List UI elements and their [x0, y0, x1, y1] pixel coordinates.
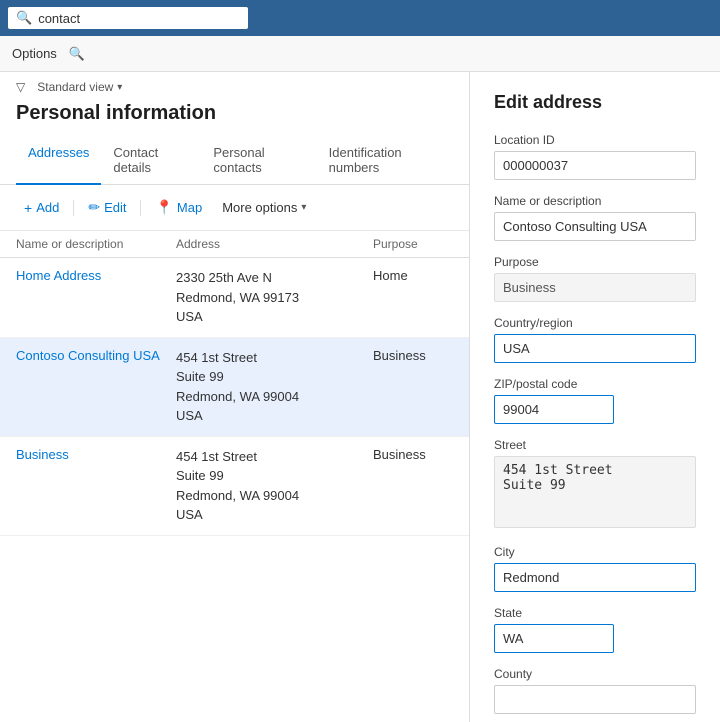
- city-label: City: [494, 545, 696, 559]
- street-group: Street 454 1st Street Suite 99: [494, 438, 696, 531]
- options-label: Options: [12, 46, 57, 61]
- add-button[interactable]: + Add: [16, 196, 67, 220]
- table-row[interactable]: Business 454 1st Street Suite 99 Redmond…: [0, 437, 469, 536]
- add-label: Add: [36, 200, 59, 215]
- map-button[interactable]: 📍 Map: [147, 195, 210, 220]
- tab-contact-details[interactable]: Contact details: [101, 137, 201, 185]
- zip-input[interactable]: [494, 395, 614, 424]
- col-header-address: Address: [176, 237, 373, 251]
- edit-button[interactable]: ✏ Edit: [80, 195, 134, 220]
- more-options-chevron-icon: ▾: [301, 202, 306, 213]
- search-input[interactable]: [38, 11, 240, 26]
- city-input[interactable]: [494, 563, 696, 592]
- country-input[interactable]: [494, 334, 696, 363]
- county-input[interactable]: [494, 685, 696, 714]
- table-row[interactable]: Contoso Consulting USA 454 1st Street Su…: [0, 338, 469, 437]
- options-bar: Options 🔍: [0, 36, 720, 72]
- name-label: Name or description: [494, 194, 696, 208]
- add-icon: +: [24, 200, 32, 216]
- col-header-name: Name or description: [16, 237, 176, 251]
- location-id-group: Location ID: [494, 133, 696, 180]
- location-id-label: Location ID: [494, 133, 696, 147]
- right-panel: Edit address Location ID Name or descrip…: [470, 72, 720, 722]
- search-icon: 🔍: [16, 10, 32, 26]
- edit-label: Edit: [104, 200, 126, 215]
- zip-group: ZIP/postal code: [494, 377, 696, 424]
- options-search-icon[interactable]: 🔍: [69, 46, 85, 62]
- purpose-label: Purpose: [494, 255, 696, 269]
- street-label: Street: [494, 438, 696, 452]
- state-label: State: [494, 606, 696, 620]
- name-input[interactable]: [494, 212, 696, 241]
- toolbar: + Add ✏ Edit 📍 Map More options ▾: [0, 185, 469, 231]
- county-group: County: [494, 667, 696, 714]
- top-bar: 🔍: [0, 0, 720, 36]
- col-header-purpose: Purpose: [373, 237, 453, 251]
- row-purpose-home: Home: [373, 268, 453, 327]
- tabs: Addresses Contact details Personal conta…: [0, 137, 469, 185]
- country-label: Country/region: [494, 316, 696, 330]
- county-label: County: [494, 667, 696, 681]
- main-area: ▽ Standard view ▾ Personal information A…: [0, 72, 720, 722]
- location-id-input[interactable]: [494, 151, 696, 180]
- tab-addresses[interactable]: Addresses: [16, 137, 101, 185]
- street-input[interactable]: 454 1st Street Suite 99: [494, 456, 696, 528]
- search-box[interactable]: 🔍: [8, 7, 248, 29]
- zip-label: ZIP/postal code: [494, 377, 696, 391]
- row-purpose-contoso: Business: [373, 348, 453, 426]
- map-label: Map: [177, 200, 202, 215]
- more-options-label: More options: [222, 200, 297, 215]
- row-purpose-business: Business: [373, 447, 453, 525]
- row-address-business: 454 1st Street Suite 99 Redmond, WA 9900…: [176, 447, 373, 525]
- left-panel: ▽ Standard view ▾ Personal information A…: [0, 72, 470, 722]
- row-name-business: Business: [16, 447, 176, 525]
- tab-identification-numbers[interactable]: Identification numbers: [317, 137, 453, 185]
- separator-1: [73, 200, 74, 216]
- filter-icon: ▽: [16, 80, 25, 94]
- city-group: City: [494, 545, 696, 592]
- separator-2: [140, 200, 141, 216]
- table-header: Name or description Address Purpose: [0, 231, 469, 258]
- tab-personal-contacts[interactable]: Personal contacts: [201, 137, 316, 185]
- purpose-input[interactable]: [494, 273, 696, 302]
- map-icon: 📍: [155, 199, 172, 216]
- row-name-home: Home Address: [16, 268, 176, 327]
- name-group: Name or description: [494, 194, 696, 241]
- view-selector[interactable]: ▽ Standard view ▾: [0, 72, 469, 98]
- chevron-down-icon: ▾: [117, 82, 122, 93]
- panel-title: Edit address: [494, 92, 696, 113]
- edit-icon: ✏: [88, 199, 100, 216]
- address-table: Home Address 2330 25th Ave N Redmond, WA…: [0, 258, 469, 536]
- more-options-button[interactable]: More options ▾: [214, 196, 314, 219]
- country-group: Country/region: [494, 316, 696, 363]
- state-input[interactable]: [494, 624, 614, 653]
- view-label: Standard view: [37, 80, 113, 94]
- page-title: Personal information: [0, 98, 469, 137]
- row-name-contoso: Contoso Consulting USA: [16, 348, 176, 426]
- state-group: State: [494, 606, 696, 653]
- row-address-home: 2330 25th Ave N Redmond, WA 99173 USA: [176, 268, 373, 327]
- row-address-contoso: 454 1st Street Suite 99 Redmond, WA 9900…: [176, 348, 373, 426]
- table-row[interactable]: Home Address 2330 25th Ave N Redmond, WA…: [0, 258, 469, 338]
- purpose-group: Purpose: [494, 255, 696, 302]
